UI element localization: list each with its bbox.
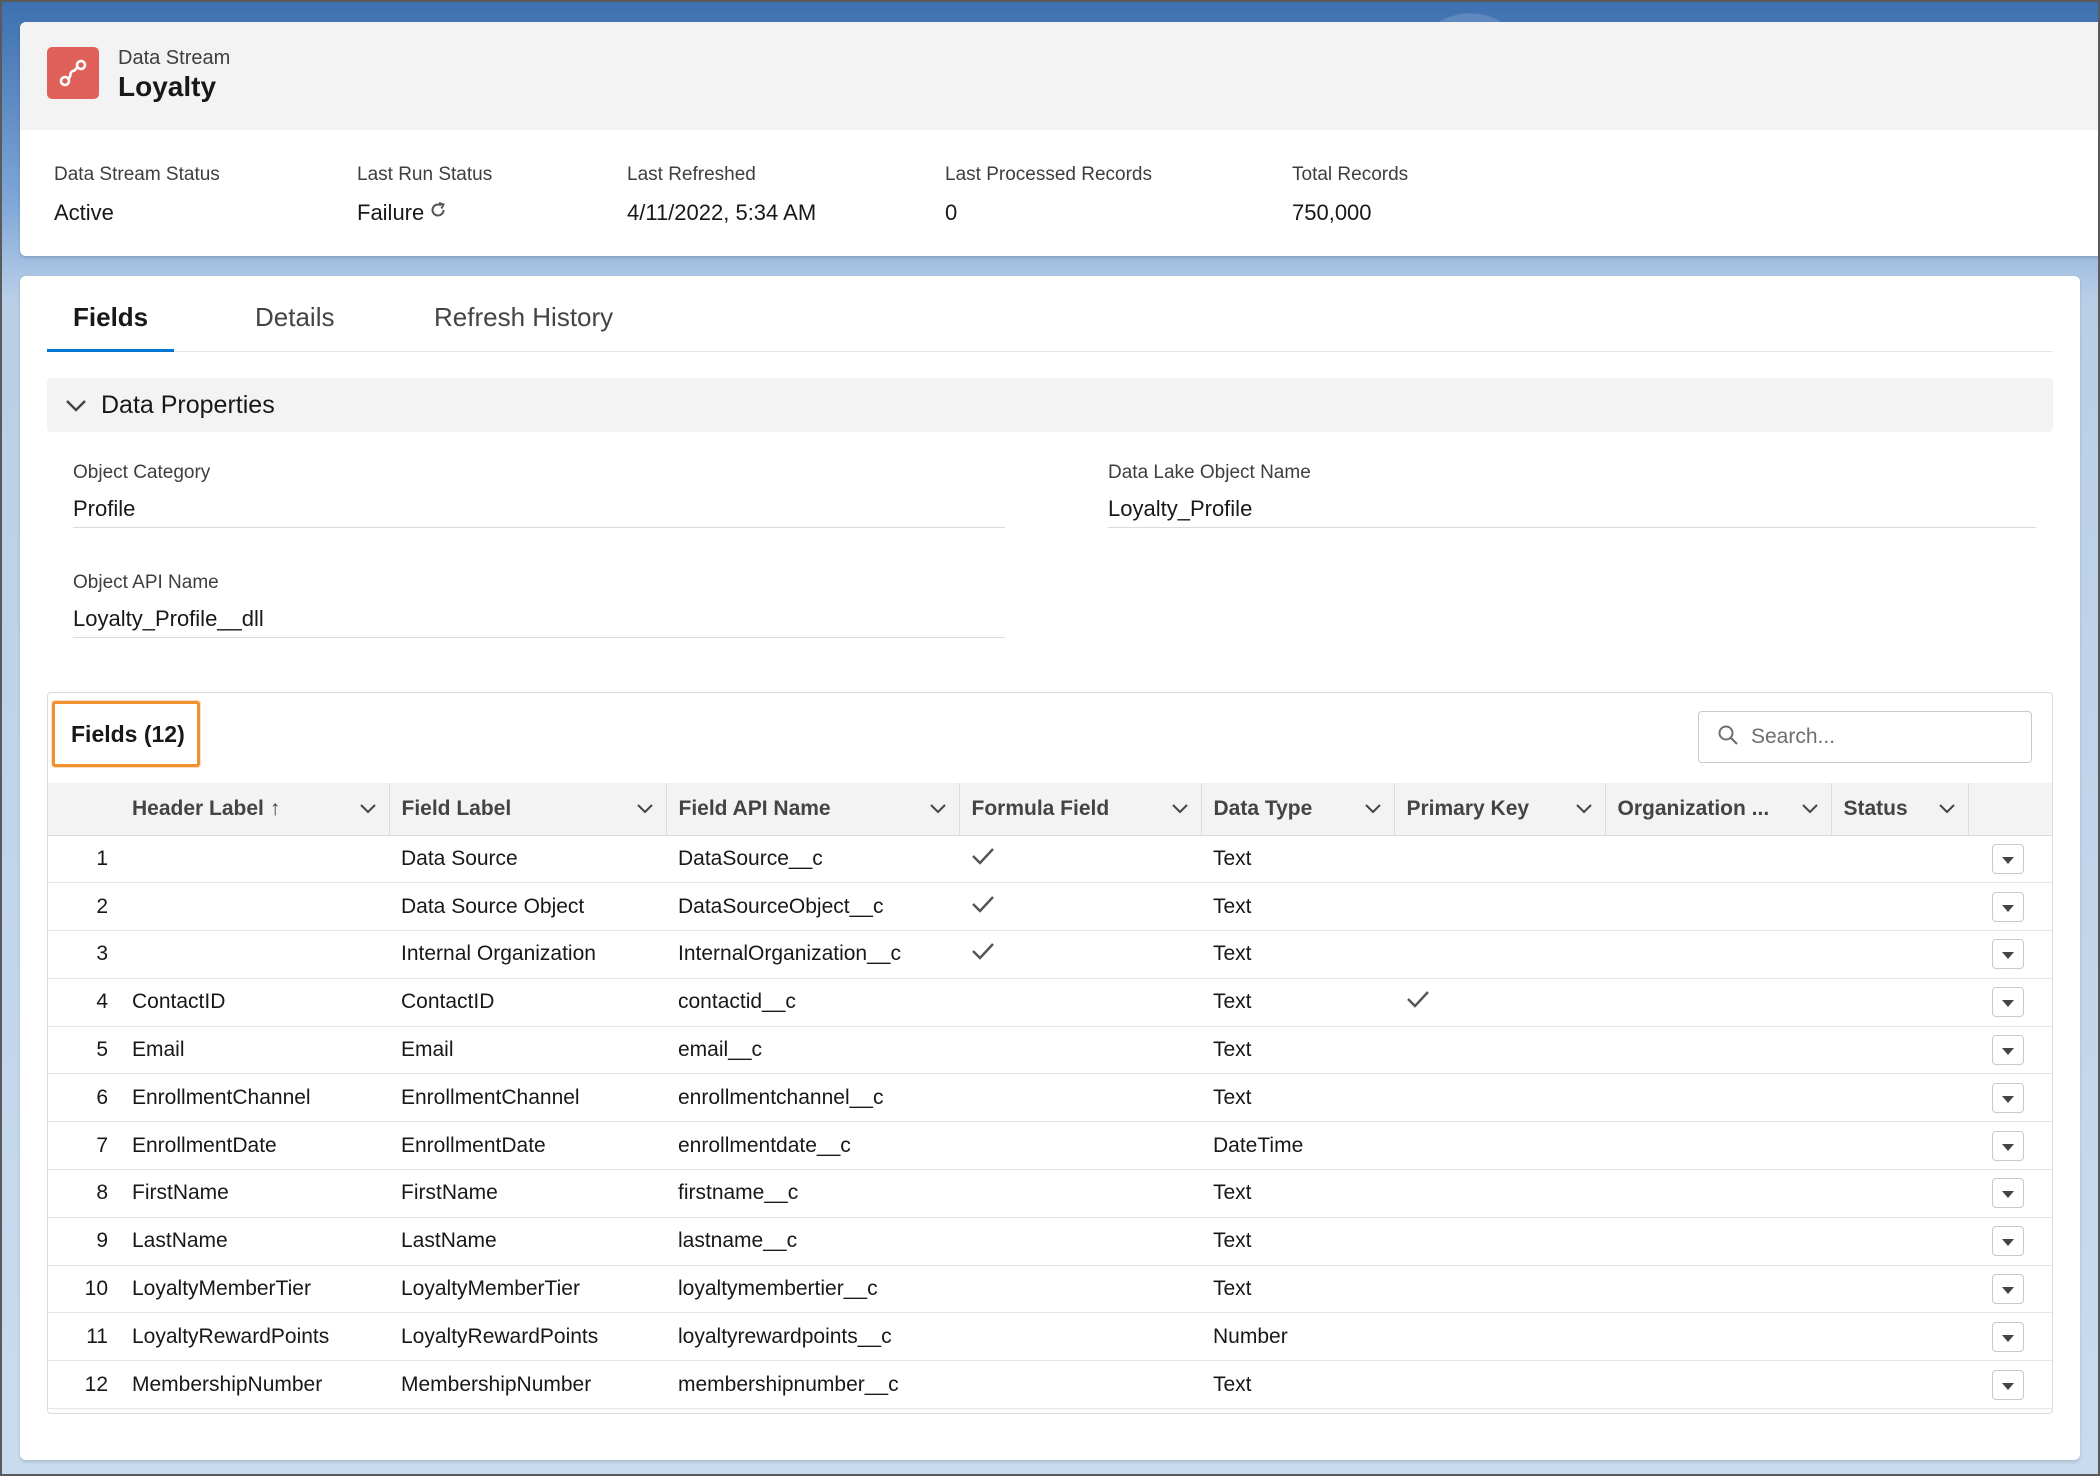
window-frame xyxy=(0,0,2100,1476)
